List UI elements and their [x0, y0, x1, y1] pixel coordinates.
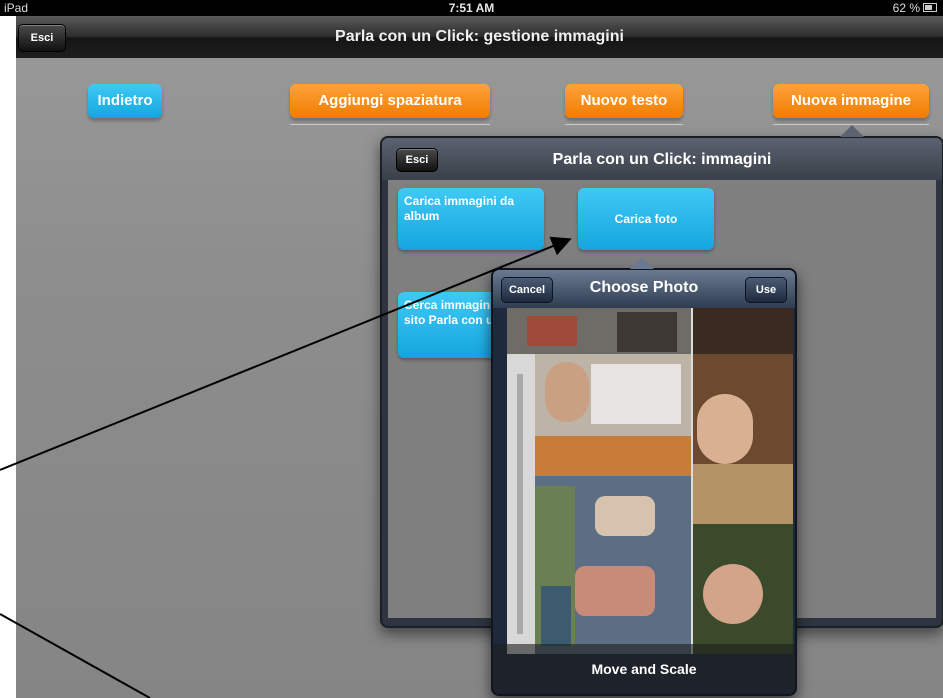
- photo-detail: [703, 564, 763, 624]
- photo-detail: [591, 364, 681, 424]
- picker-footer: Move and Scale: [493, 644, 795, 694]
- status-time: 7:51 AM: [448, 1, 495, 15]
- photo-detail: [545, 362, 589, 422]
- photo-detail: [535, 436, 691, 476]
- photo-thumbnail[interactable]: [535, 354, 691, 436]
- photo-detail: [595, 496, 655, 536]
- battery-icon: [923, 3, 937, 12]
- popover-title: Parla con un Click: immagini: [552, 151, 772, 168]
- browser-screenshot-thumbnail[interactable]: [507, 354, 535, 654]
- picker-header: Cancel Choose Photo Use: [493, 270, 795, 308]
- crop-guide-line: [691, 308, 693, 654]
- photo-detail: [541, 586, 571, 646]
- photo-thumbnail[interactable]: [693, 354, 793, 524]
- main-navbar: Esci Parla con un Click: gestione immagi…: [16, 16, 943, 58]
- photo-detail: [697, 394, 753, 464]
- divider: [565, 124, 683, 125]
- photo-detail: [517, 374, 523, 634]
- battery-status: 62 %: [893, 1, 937, 15]
- photo-thumbnail[interactable]: [507, 308, 695, 354]
- photo-picker: Cancel Choose Photo Use Move and Scale: [491, 268, 797, 696]
- add-space-button[interactable]: Aggiungi spaziatura: [290, 84, 490, 118]
- load-photo-button[interactable]: Carica foto: [578, 188, 714, 250]
- photo-detail: [693, 464, 793, 524]
- status-bar: iPad 7:51 AM 62 %: [0, 0, 943, 16]
- images-popover-header: Esci Parla con un Click: immagini: [382, 138, 942, 180]
- photo-detail: [617, 312, 677, 352]
- picker-arrow: [630, 257, 654, 269]
- photo-thumbnail[interactable]: [693, 524, 793, 654]
- photo-thumbnail[interactable]: [693, 308, 793, 354]
- use-button[interactable]: Use: [745, 277, 787, 303]
- photo-detail: [575, 566, 655, 616]
- photo-thumbnail[interactable]: [535, 436, 691, 654]
- load-album-button[interactable]: Carica immagini da album: [398, 188, 544, 250]
- photo-detail: [527, 316, 577, 346]
- new-image-button[interactable]: Nuova immagine: [773, 84, 929, 118]
- battery-percent: 62 %: [892, 1, 920, 15]
- back-button[interactable]: Indietro: [88, 84, 162, 118]
- divider: [290, 124, 490, 125]
- new-text-button[interactable]: Nuovo testo: [565, 84, 683, 118]
- page-title: Parla con un Click: gestione immagini: [335, 28, 624, 45]
- popover-arrow: [840, 125, 864, 137]
